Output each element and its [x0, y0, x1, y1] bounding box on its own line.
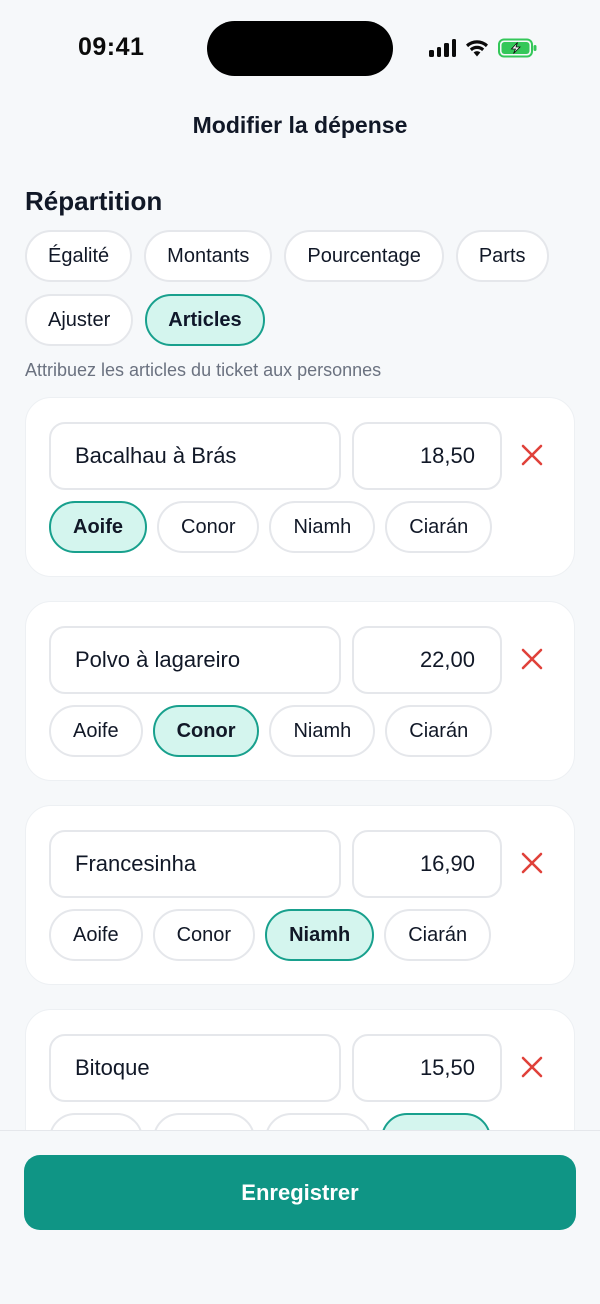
person-chip-niamh[interactable]: Niamh	[265, 1113, 371, 1130]
split-section-title: Répartition	[25, 186, 163, 216]
split-mode-equal[interactable]: Égalité	[25, 230, 133, 282]
split-mode-percentage[interactable]: Pourcentage	[284, 230, 444, 282]
person-chip-niamh[interactable]: Niamh	[265, 909, 375, 961]
item-name-field[interactable]: Francesinha	[49, 830, 341, 898]
item-name-field[interactable]: Polvo à lagareiro	[49, 626, 341, 694]
wifi-icon	[465, 39, 489, 57]
person-chip-aoife[interactable]: Aoife	[49, 705, 143, 757]
item-card: Bitoque 15,50 Aoife Conor Niamh Ciarán	[25, 1009, 575, 1130]
person-chip-ciaran[interactable]: Ciarán	[385, 501, 493, 553]
item-card: Francesinha 16,90 Aoife Conor Niamh Ciar…	[25, 805, 575, 985]
split-mode-adjust[interactable]: Ajuster	[25, 294, 134, 346]
item-name-field[interactable]: Bitoque	[49, 1034, 341, 1102]
person-chip-ciaran[interactable]: Ciarán	[384, 909, 492, 961]
bottom-action-bar: Enregistrer	[0, 1130, 600, 1304]
person-chip-aoife[interactable]: Aoife	[49, 909, 143, 961]
delete-item-icon[interactable]	[520, 443, 544, 467]
split-mode-items[interactable]: Articles	[145, 294, 265, 346]
person-chip-aoife[interactable]: Aoife	[49, 501, 147, 553]
delete-item-icon[interactable]	[520, 1055, 544, 1079]
item-people: Aoife Conor Niamh Ciarán	[49, 1113, 492, 1130]
save-button[interactable]: Enregistrer	[24, 1155, 576, 1230]
person-chip-ciaran[interactable]: Ciarán	[385, 705, 493, 757]
person-chip-conor[interactable]: Conor	[152, 909, 256, 961]
split-mode-shares[interactable]: Parts	[455, 230, 549, 282]
person-chip-conor[interactable]: Conor	[152, 705, 260, 757]
status-bar: 09:41	[0, 0, 600, 96]
signal-icon	[429, 39, 456, 57]
item-name-field[interactable]: Bacalhau à Brás	[49, 422, 341, 490]
items-list[interactable]: Bacalhau à Brás 18,50 Aoife Conor Niamh …	[0, 396, 600, 1130]
item-price-field[interactable]: 22,00	[352, 626, 502, 694]
person-chip-niamh[interactable]: Niamh	[269, 705, 376, 757]
split-mode-chips: Égalité Montants Pourcentage Parts Ajust…	[25, 230, 585, 358]
item-people: Aoife Conor Niamh Ciarán	[49, 705, 493, 757]
person-chip-niamh[interactable]: Niamh	[269, 501, 376, 553]
item-card: Bacalhau à Brás 18,50 Aoife Conor Niamh …	[25, 397, 575, 577]
status-time: 09:41	[78, 33, 145, 61]
item-people: Aoife Conor Niamh Ciarán	[49, 909, 492, 961]
person-chip-aoife[interactable]: Aoife	[49, 1113, 143, 1130]
delete-item-icon[interactable]	[520, 647, 544, 671]
status-icons	[429, 36, 538, 60]
person-chip-ciaran[interactable]: Ciarán	[380, 1113, 492, 1130]
item-price-field[interactable]: 16,90	[352, 830, 502, 898]
split-hint: Attribuez les articles du ticket aux per…	[25, 360, 382, 380]
item-people: Aoife Conor Niamh Ciarán	[49, 501, 493, 553]
split-mode-amounts[interactable]: Montants	[144, 230, 273, 282]
battery-charging-icon	[498, 38, 538, 58]
item-price-field[interactable]: 18,50	[352, 422, 502, 490]
page-title: Modifier la dépense	[192, 112, 408, 138]
item-card: Polvo à lagareiro 22,00 Aoife Conor Niam…	[25, 601, 575, 781]
dynamic-island	[207, 21, 393, 76]
delete-item-icon[interactable]	[520, 851, 544, 875]
person-chip-conor[interactable]: Conor	[157, 501, 260, 553]
person-chip-conor[interactable]: Conor	[152, 1113, 256, 1130]
item-price-field[interactable]: 15,50	[352, 1034, 502, 1102]
